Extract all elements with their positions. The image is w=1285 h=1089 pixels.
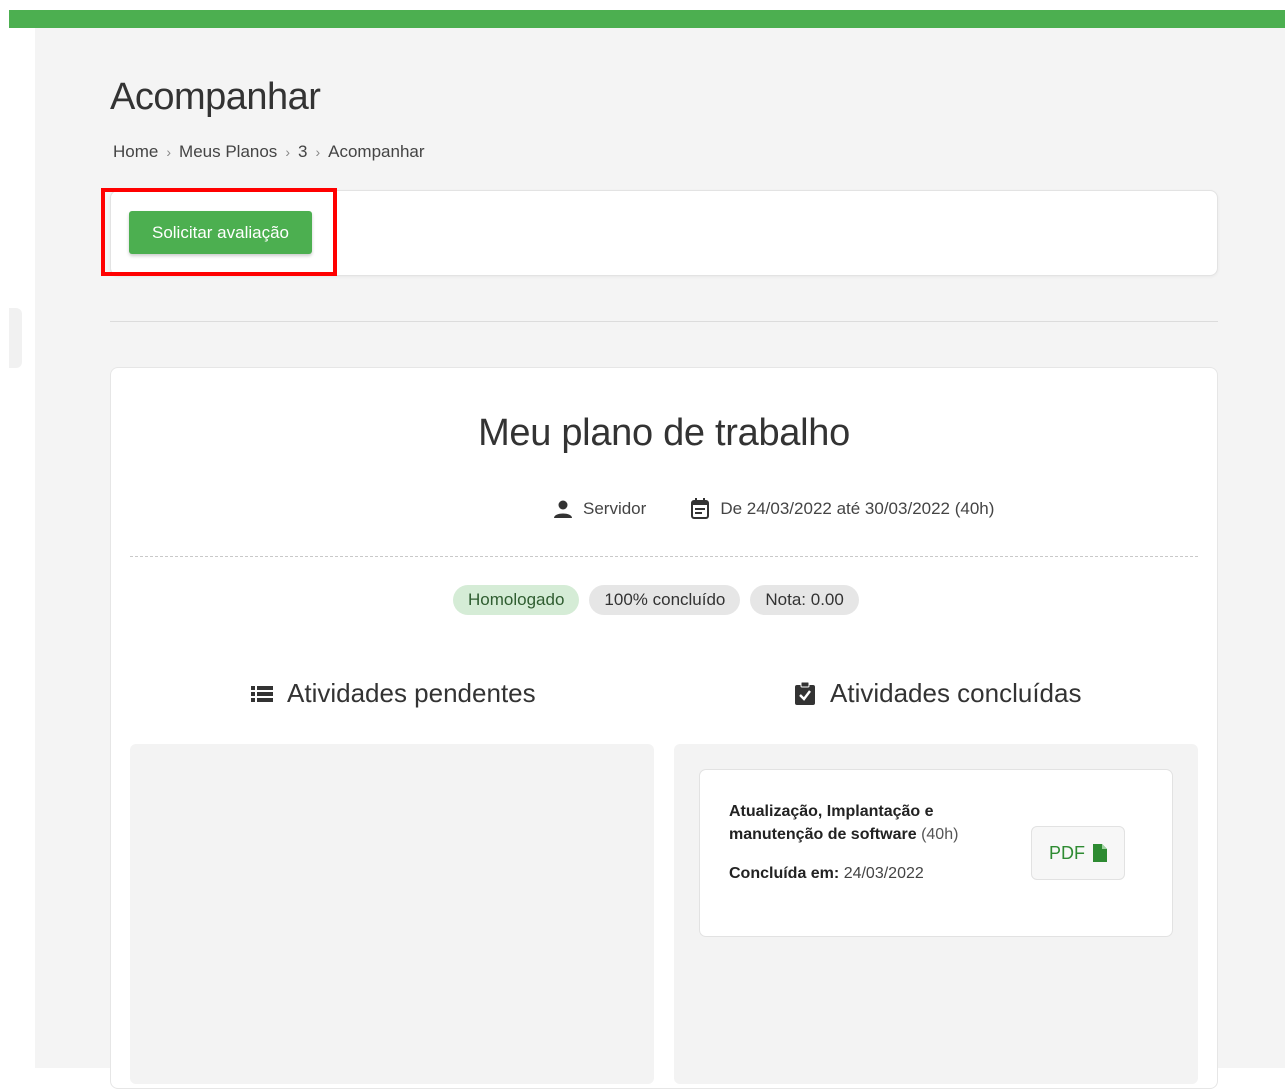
- activity-name: Atualização, Implantação e manutenção de…: [729, 800, 999, 846]
- plan-meta: Servidor De 24/03/2022 até 30/03/2022 (4…: [553, 498, 994, 520]
- dashed-divider: [130, 556, 1198, 557]
- activity-hours: (40h): [921, 826, 959, 843]
- pending-activities-title: Atividades pendentes: [287, 678, 536, 708]
- activity-completed-date: Concluída em: 24/03/2022: [729, 865, 924, 883]
- plan-title: Meu plano de trabalho: [478, 412, 850, 454]
- breadcrumb-meus-planos[interactable]: Meus Planos: [179, 142, 277, 162]
- breadcrumb: Home › Meus Planos › 3 › Acompanhar: [113, 142, 425, 162]
- work-plan-card: Meu plano de trabalho Servidor De 24/03/…: [110, 367, 1218, 1089]
- list-icon: [251, 685, 273, 703]
- plan-period: De 24/03/2022 até 30/03/2022 (40h): [690, 498, 994, 520]
- breadcrumb-home[interactable]: Home: [113, 142, 158, 162]
- section-divider: [110, 321, 1218, 322]
- pdf-button[interactable]: PDF: [1031, 826, 1125, 880]
- grade-badge: Nota: 0.00: [750, 585, 859, 615]
- highlight-box: [101, 188, 337, 276]
- completed-activities-panel: Atualização, Implantação e manutenção de…: [674, 744, 1198, 1084]
- pending-activities-header: Atividades pendentes: [251, 678, 536, 709]
- file-icon: [1093, 844, 1107, 862]
- status-badges: Homologado 100% concluído Nota: 0.00: [453, 585, 859, 615]
- calendar-icon: [690, 498, 710, 520]
- sidebar-toggle-tab[interactable]: [9, 308, 22, 368]
- chevron-right-icon: ›: [315, 144, 321, 160]
- completed-activities-title: Atividades concluídas: [830, 678, 1082, 708]
- plan-role: Servidor: [553, 499, 646, 519]
- progress-badge: 100% concluído: [589, 585, 741, 615]
- status-badge: Homologado: [453, 585, 580, 615]
- chevron-right-icon: ›: [285, 144, 290, 160]
- breadcrumb-plan-id[interactable]: 3: [298, 142, 307, 162]
- chevron-right-icon: ›: [166, 144, 172, 160]
- activity-title: Atualização, Implantação e manutenção de…: [729, 803, 934, 843]
- completed-activities-header: Atividades concluídas: [794, 678, 1081, 709]
- pending-activities-panel: [130, 744, 654, 1084]
- top-accent-bar: [9, 10, 1285, 28]
- plan-period-label: De 24/03/2022 até 30/03/2022 (40h): [720, 499, 995, 518]
- page-title: Acompanhar: [110, 76, 321, 118]
- plan-role-label: Servidor: [583, 499, 647, 518]
- completed-label: Concluída em:: [729, 865, 840, 882]
- person-icon: [553, 499, 573, 519]
- activity-card: Atualização, Implantação e manutenção de…: [699, 769, 1173, 937]
- pdf-label: PDF: [1049, 842, 1085, 863]
- completed-date-value: 24/03/2022: [843, 865, 924, 882]
- breadcrumb-current: Acompanhar: [328, 142, 425, 161]
- clipboard-check-icon: [794, 681, 816, 706]
